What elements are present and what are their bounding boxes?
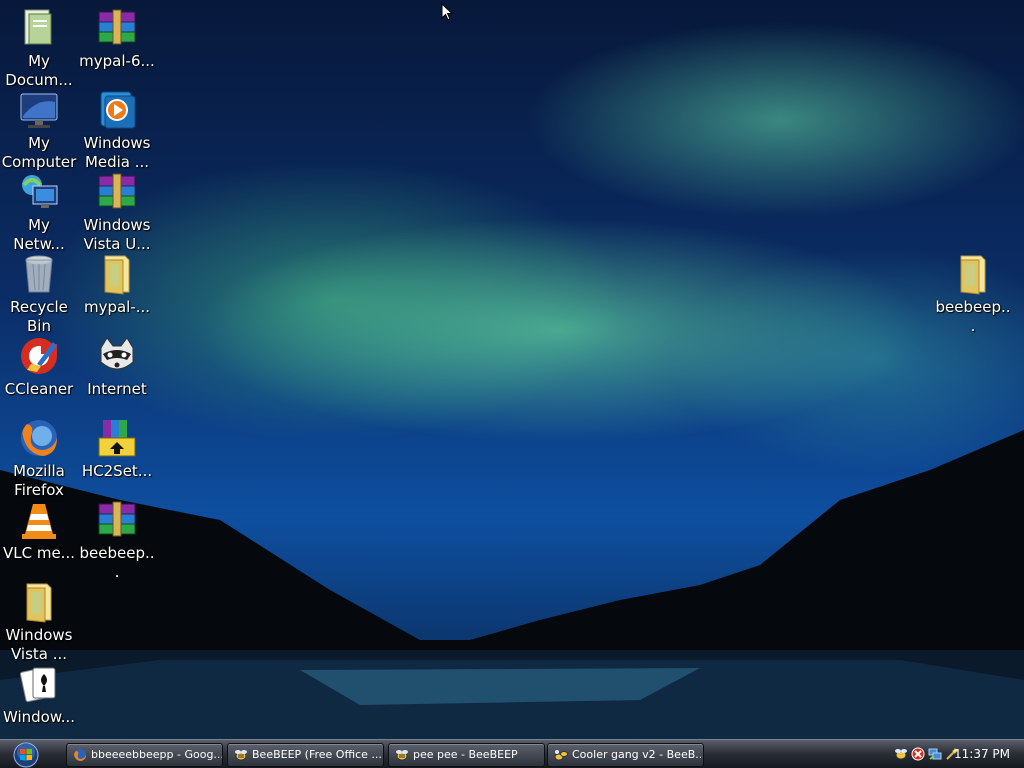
desktop-icon-label: mypal-6... <box>79 52 155 70</box>
mouse-cursor-icon <box>441 3 453 21</box>
beebeep-tray-icon[interactable] <box>894 747 908 761</box>
recycle-bin-icon <box>25 255 53 293</box>
beebeep-group-icon <box>554 750 568 761</box>
desktop-icon-my-computer[interactable]: My Computer <box>0 84 78 171</box>
firefox-icon <box>21 420 57 456</box>
desktop-icon-internet[interactable]: Internet <box>78 330 156 412</box>
taskbar-button-label: bbeeeebbeepp - Goog... <box>91 748 223 761</box>
taskbar-button-firefox[interactable]: bbeeeebbeepp - Goog... <box>66 743 223 767</box>
taskbar-button-beebeep-group[interactable]: Cooler gang v2 - BeeB... <box>547 743 704 767</box>
desktop-icon-hc2setup[interactable]: HC2Set... <box>78 412 156 494</box>
desktop-icon-label: Internet <box>87 380 147 398</box>
raccoon-icon <box>100 337 134 370</box>
firefox-icon <box>74 749 86 761</box>
taskbar-button-beebeep-chat[interactable]: pee pee - BeeBEEP <box>388 743 545 767</box>
network-tray-icon[interactable] <box>928 747 942 761</box>
beebeep-icon <box>396 750 408 761</box>
my-network-icon <box>22 175 58 208</box>
solitaire-icon <box>19 667 56 703</box>
folder-icon <box>26 583 52 623</box>
taskbar-button-label: pee pee - BeeBEEP <box>413 748 518 761</box>
security-tray-icon[interactable] <box>911 747 925 761</box>
desktop-icon-label: mypal-... <box>83 298 151 316</box>
taskbar-clock[interactable]: 11:37 PM <box>954 740 1010 768</box>
winrar-archive-icon <box>98 173 136 209</box>
desktop-icon-vlc[interactable]: VLC me... <box>0 494 78 576</box>
desktop-icon-beebeep-folder[interactable]: beebeep... <box>934 248 1012 335</box>
ccleaner-icon <box>21 338 57 374</box>
desktop-icon-beebeep-archive[interactable]: beebeep... <box>78 494 156 581</box>
desktop-icon-label: VLC me... <box>2 544 75 562</box>
my-documents-icon <box>24 9 52 45</box>
desktop-icon-label: beebeep... <box>935 298 1011 335</box>
folder-icon <box>104 255 130 295</box>
desktop-icon-label: beebeep... <box>79 544 155 581</box>
desktop-icon-firefox[interactable]: Mozilla Firefox <box>0 412 78 499</box>
desktop-icon-label: HC2Set... <box>81 462 153 480</box>
desktop[interactable]: My Docum... My Computer My Netw... Recyc… <box>0 0 1024 739</box>
desktop-icon-mypal-archive[interactable]: mypal-6... <box>78 2 156 84</box>
desktop-icon-label: Window... <box>2 708 76 726</box>
desktop-icon-windows-media-player[interactable]: Windows Media ... <box>78 84 156 171</box>
vlc-icon <box>22 504 56 539</box>
taskbar-button-label: Cooler gang v2 - BeeB... <box>572 748 704 761</box>
folder-icon <box>960 255 986 295</box>
winrar-installer-icon <box>98 420 136 457</box>
desktop-icon-mypal-folder[interactable]: mypal-... <box>78 248 156 330</box>
system-tray: 11:37 PM <box>884 740 1024 768</box>
beebeep-icon <box>235 750 247 761</box>
desktop-icon-solitaire[interactable]: Window... <box>0 658 78 739</box>
winrar-archive-icon <box>98 501 136 537</box>
desktop-icon-recycle-bin[interactable]: Recycle Bin <box>0 248 78 335</box>
taskbar-button-beebeep-main[interactable]: BeeBEEP (Free Office ... <box>227 743 384 767</box>
winrar-archive-icon <box>98 9 136 45</box>
desktop-icon-my-network[interactable]: My Netw... <box>0 166 78 253</box>
windows-media-player-icon <box>100 91 136 129</box>
taskbar-button-label: BeeBEEP (Free Office ... <box>252 748 382 761</box>
desktop-icon-windows-vista-archive[interactable]: Windows Vista U... <box>78 166 156 253</box>
desktop-icon-ccleaner[interactable]: CCleaner <box>0 330 78 412</box>
desktop-icon-label: CCleaner <box>4 380 74 398</box>
my-computer-icon <box>20 93 58 128</box>
windows-start-orb-icon[interactable] <box>9 741 43 768</box>
desktop-icon-windows-vista-folder[interactable]: Windows Vista ... <box>0 576 78 663</box>
taskbar: bbeeeebbeepp - Goog... BeeBEEP (Free Off… <box>0 739 1024 768</box>
desktop-icon-my-documents[interactable]: My Docum... <box>0 2 78 89</box>
